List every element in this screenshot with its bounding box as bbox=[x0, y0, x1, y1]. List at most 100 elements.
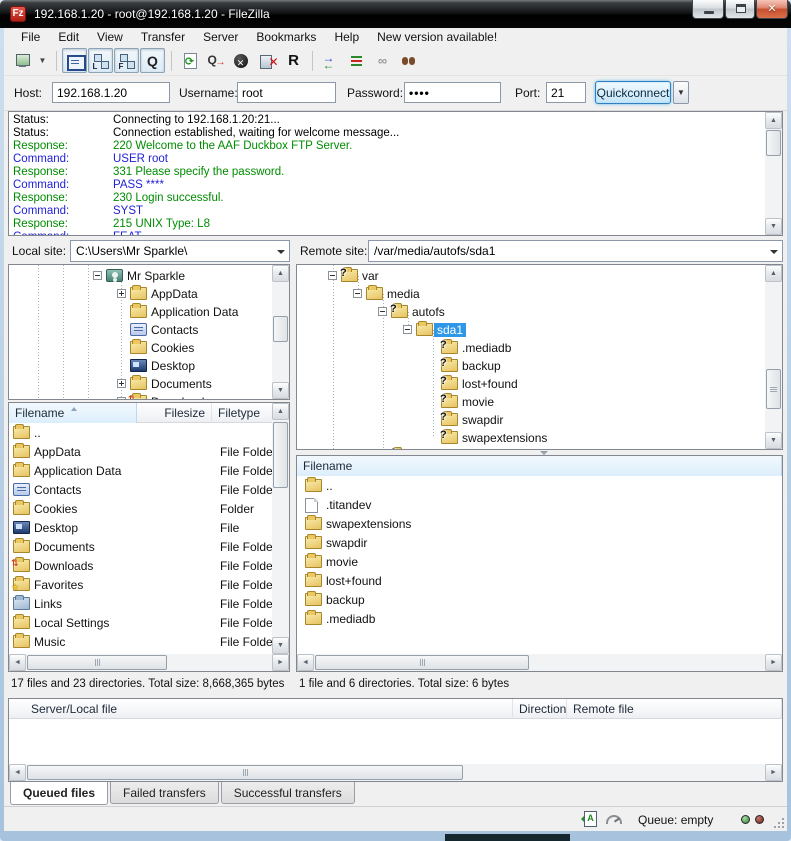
directory-comparison-button[interactable] bbox=[344, 48, 369, 73]
scroll-up-arrow[interactable]: ▲ bbox=[272, 265, 289, 282]
tab-queued-files[interactable]: Queued files bbox=[10, 782, 108, 805]
file-row-contacts[interactable]: ContactsFile Folder bbox=[9, 480, 272, 499]
file-row-favorites[interactable]: FavoritesFile Folder bbox=[9, 575, 272, 594]
file-row-mediadb[interactable]: .mediadb bbox=[297, 609, 782, 628]
file-row-cookies[interactable]: CookiesFolder bbox=[9, 499, 272, 518]
scrollbar-thumb[interactable] bbox=[766, 369, 781, 409]
disconnect-button[interactable] bbox=[255, 48, 280, 73]
collapse-icon[interactable] bbox=[93, 271, 102, 280]
scrollbar-thumb[interactable] bbox=[766, 130, 781, 156]
cancel-operation-button[interactable] bbox=[229, 48, 254, 73]
scrollbar-thumb[interactable] bbox=[27, 655, 167, 670]
site-manager-dropdown[interactable]: ▼ bbox=[36, 48, 49, 73]
title-bar[interactable]: Fz 192.168.1.20 - root@192.168.1.20 - Fi… bbox=[0, 0, 791, 28]
synchronized-browsing-button[interactable] bbox=[318, 48, 343, 73]
scrollbar-thumb[interactable] bbox=[273, 422, 288, 488]
column-header-filesize[interactable]: Filesize bbox=[137, 403, 212, 423]
tab-successful-transfers[interactable]: Successful transfers bbox=[221, 782, 355, 804]
expand-icon[interactable] bbox=[117, 379, 126, 388]
scroll-left-arrow[interactable]: ◄ bbox=[9, 764, 26, 781]
process-queue-button[interactable] bbox=[203, 48, 228, 73]
site-manager-button[interactable] bbox=[10, 48, 35, 73]
tree-item-backup[interactable]: backup bbox=[297, 357, 782, 375]
remote-tree-scrollbar[interactable]: ▲ ▼ bbox=[765, 265, 782, 449]
minimize-button[interactable] bbox=[692, 0, 724, 19]
file-row-music[interactable]: MusicFile Folder bbox=[9, 632, 272, 651]
file-row-downloads[interactable]: DownloadsFile Folder bbox=[9, 556, 272, 575]
expand-icon[interactable] bbox=[117, 397, 126, 400]
tree-item-lost-found[interactable]: lost+found bbox=[297, 375, 782, 393]
speed-limits-button[interactable]: ∞ bbox=[370, 48, 395, 73]
file-row-links[interactable]: LinksFile Folder bbox=[9, 594, 272, 613]
find-files-button[interactable] bbox=[396, 48, 421, 73]
file-row-swapdir[interactable]: swapdir bbox=[297, 533, 782, 552]
scroll-left-arrow[interactable]: ◄ bbox=[9, 654, 26, 671]
column-header-filename[interactable]: Filename bbox=[297, 456, 782, 476]
scroll-up-arrow[interactable]: ▲ bbox=[765, 112, 782, 129]
tree-item-var[interactable]: var bbox=[297, 267, 782, 285]
scroll-right-arrow[interactable]: ► bbox=[765, 654, 782, 671]
file-row-local-settings[interactable]: Local SettingsFile Folder bbox=[9, 613, 272, 632]
toggle-remote-tree-button[interactable] bbox=[114, 48, 139, 73]
file-row-application-data[interactable]: Application DataFile Folder bbox=[9, 461, 272, 480]
file-row-desktop[interactable]: DesktopFile bbox=[9, 518, 272, 537]
file-row-appdata[interactable]: AppDataFile Folder bbox=[9, 442, 272, 461]
menu-new-version-notice[interactable]: New version available! bbox=[368, 29, 506, 45]
column-header-direction[interactable]: Direction bbox=[513, 699, 567, 719]
file-row-backup[interactable]: backup bbox=[297, 590, 782, 609]
menu-transfer[interactable]: Transfer bbox=[132, 29, 194, 45]
tree-item-swapdir[interactable]: swapdir bbox=[297, 411, 782, 429]
remote-site-combobox[interactable]: /var/media/autofs/sda1 bbox=[368, 240, 783, 262]
resize-grip[interactable] bbox=[774, 818, 784, 828]
tree-item-documents[interactable]: Documents bbox=[9, 375, 289, 393]
tree-item-downloads[interactable]: Downloads bbox=[9, 393, 289, 400]
scroll-right-arrow[interactable]: ► bbox=[765, 764, 782, 781]
menu-view[interactable]: View bbox=[88, 29, 132, 45]
local-list-vscrollbar[interactable]: ▲ ▼ bbox=[272, 403, 289, 654]
quickconnect-dropdown-button[interactable]: ▼ bbox=[673, 81, 689, 104]
local-list-hscrollbar[interactable]: ◄ ► bbox=[9, 654, 289, 671]
local-tree-scrollbar[interactable]: ▲ ▼ bbox=[272, 265, 289, 399]
column-header-filename[interactable]: Filename bbox=[9, 403, 137, 423]
speed-limits-icon[interactable] bbox=[606, 815, 622, 824]
column-header-filetype[interactable]: Filetype bbox=[212, 403, 274, 423]
close-button[interactable]: ✕ bbox=[756, 0, 788, 19]
local-site-combobox[interactable]: C:\Users\Mr Sparkle\ bbox=[70, 240, 290, 262]
tree-item-media[interactable]: media bbox=[297, 285, 782, 303]
tab-failed-transfers[interactable]: Failed transfers bbox=[110, 782, 219, 804]
maximize-button[interactable] bbox=[725, 0, 755, 19]
tree-item-sda1[interactable]: sda1 bbox=[297, 321, 782, 339]
toggle-queue-button[interactable]: Q bbox=[140, 48, 165, 73]
reconnect-button[interactable]: R bbox=[281, 48, 306, 73]
scroll-down-arrow[interactable]: ▼ bbox=[272, 382, 289, 399]
tree-item-mr-sparkle[interactable]: Mr Sparkle bbox=[9, 267, 289, 285]
column-header-remote-file[interactable]: Remote file bbox=[567, 699, 782, 719]
tree-item-appdata[interactable]: AppData bbox=[9, 285, 289, 303]
file-row-swapextensions[interactable]: swapextensions bbox=[297, 514, 782, 533]
collapse-icon[interactable] bbox=[403, 325, 412, 334]
refresh-button[interactable] bbox=[177, 48, 202, 73]
host-input[interactable] bbox=[52, 82, 170, 103]
port-input[interactable] bbox=[546, 82, 586, 103]
username-input[interactable] bbox=[237, 82, 336, 103]
file-row-titandev[interactable]: .titandev bbox=[297, 495, 782, 514]
tree-item-cookies[interactable]: Cookies bbox=[9, 339, 289, 357]
file-row-item[interactable]: .. bbox=[9, 423, 272, 442]
collapse-icon[interactable] bbox=[353, 289, 362, 298]
scrollbar-thumb[interactable] bbox=[315, 655, 529, 670]
scroll-up-arrow[interactable]: ▲ bbox=[765, 265, 782, 282]
remote-list-hscrollbar[interactable]: ◄ ► bbox=[297, 654, 782, 671]
queue-hscrollbar[interactable]: ◄ ► bbox=[9, 764, 782, 781]
menu-bookmarks[interactable]: Bookmarks bbox=[247, 29, 325, 45]
file-row-item[interactable]: .. bbox=[297, 476, 782, 495]
menu-edit[interactable]: Edit bbox=[49, 29, 88, 45]
expand-icon[interactable] bbox=[117, 289, 126, 298]
tree-item-contacts[interactable]: Contacts bbox=[9, 321, 289, 339]
menu-file[interactable]: File bbox=[12, 29, 49, 45]
scroll-down-arrow[interactable]: ▼ bbox=[272, 637, 289, 654]
password-input[interactable] bbox=[404, 82, 501, 103]
message-log-scrollbar[interactable]: ▲ ▼ bbox=[765, 112, 782, 235]
file-row-documents[interactable]: DocumentsFile Folder bbox=[9, 537, 272, 556]
file-row-lost-found[interactable]: lost+found bbox=[297, 571, 782, 590]
scroll-down-arrow[interactable]: ▼ bbox=[765, 432, 782, 449]
